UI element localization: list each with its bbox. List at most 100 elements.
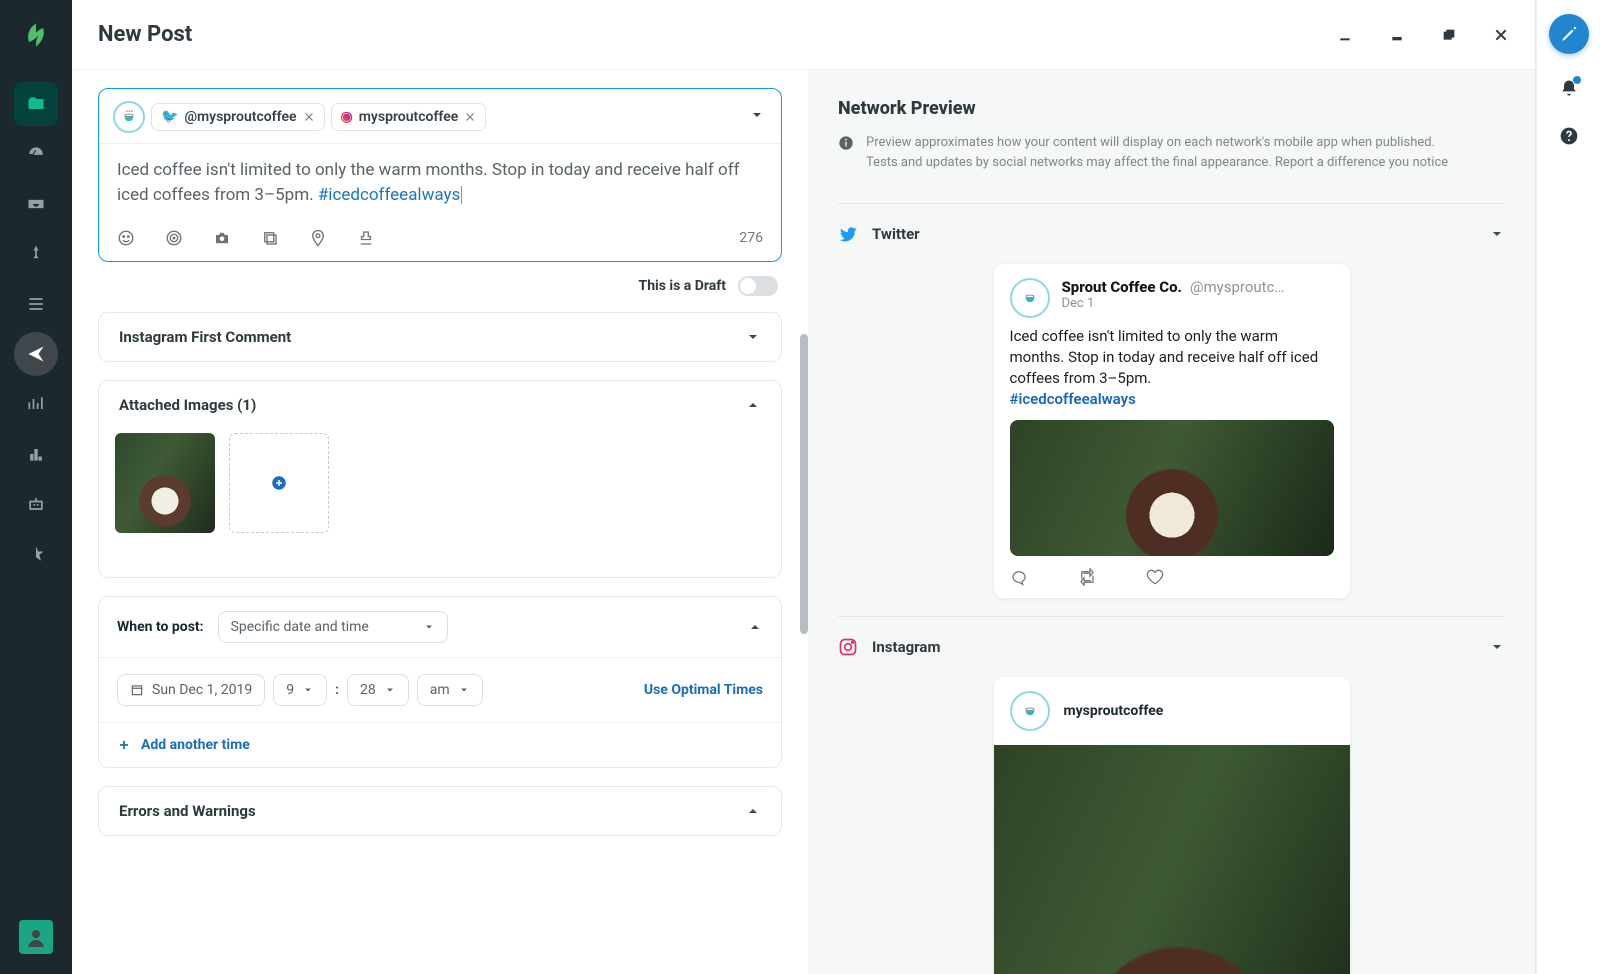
remove-chip-icon[interactable] [303, 111, 315, 123]
hour-value: 9 [286, 682, 294, 698]
card-avatar-icon [1010, 691, 1050, 731]
note-line1: Preview approximates how your content wi… [866, 135, 1435, 150]
draft-toggle[interactable] [738, 276, 778, 296]
window-mini-icon[interactable] [1389, 27, 1405, 43]
chevron-up-icon [745, 397, 761, 413]
chevron-down-icon [302, 684, 314, 696]
compose-panel: 🐦 @mysproutcoffee ◉ mysproutcoffee [72, 70, 808, 974]
panel-when-to-post: When to post: Specific date and time Sun… [98, 596, 782, 768]
attached-image-thumb[interactable] [115, 433, 215, 533]
help-button[interactable] [1559, 126, 1579, 150]
pin-icon [26, 244, 46, 264]
chip-label: mysproutcoffee [359, 109, 459, 125]
list-icon [26, 294, 46, 314]
nav-tasks[interactable] [14, 282, 58, 326]
hour-select[interactable]: 9 [273, 674, 327, 706]
titlebar: New Post [72, 0, 1535, 70]
remove-chip-icon[interactable] [464, 111, 476, 123]
preview-section-twitter: Twitter Sprout Coffee Co. @mysproutc… [838, 203, 1505, 598]
plus-icon [117, 738, 131, 752]
right-rail [1536, 0, 1600, 974]
profile-chip-twitter[interactable]: 🐦 @mysproutcoffee [151, 103, 325, 131]
tw-date: Dec 1 [1062, 296, 1285, 311]
select-value: Specific date and time [231, 619, 369, 635]
gauge-icon [26, 144, 46, 164]
panel-header-ig-first-comment[interactable]: Instagram First Comment [99, 313, 781, 361]
ampm-value: am [430, 682, 450, 698]
instagram-icon [838, 637, 858, 657]
preview-network-label: Twitter [872, 225, 920, 243]
when-label: When to post: [117, 619, 204, 635]
profile-avatar-icon [113, 101, 145, 133]
chevron-down-icon[interactable] [1489, 226, 1505, 242]
reply-icon[interactable] [1010, 568, 1028, 586]
location-pin-icon[interactable] [309, 229, 327, 247]
profile-chip-instagram[interactable]: ◉ mysproutcoffee [331, 103, 487, 131]
chevron-down-icon [458, 684, 470, 696]
minimize-icon[interactable] [1337, 27, 1353, 43]
stamp-icon[interactable] [357, 229, 375, 247]
compose-hashtag: #icedcoffeealways [318, 185, 460, 205]
plus-circle-icon [270, 474, 288, 492]
preview-note: Preview approximates how your content wi… [838, 133, 1505, 191]
minute-select[interactable]: 28 [347, 674, 409, 706]
time-colon: : [335, 682, 339, 698]
chevron-down-icon[interactable] [749, 107, 765, 123]
chevron-down-icon[interactable] [1489, 639, 1505, 655]
preview-section-instagram: Instagram mysproutcoffee [838, 616, 1505, 974]
use-optimal-times-link[interactable]: Use Optimal Times [644, 682, 763, 698]
compose-textarea[interactable]: Iced coffee isn't limited to only the wa… [99, 144, 781, 219]
panel-attached-images: Attached Images (1) [98, 380, 782, 578]
profile-picker[interactable]: 🐦 @mysproutcoffee ◉ mysproutcoffee [99, 89, 781, 144]
folder-icon [26, 94, 46, 114]
chevron-up-icon[interactable] [747, 619, 763, 635]
bar-chart-icon [26, 444, 46, 464]
panel-title: Attached Images (1) [119, 396, 256, 414]
half-star-icon [26, 544, 46, 564]
nav-publishing[interactable] [14, 82, 58, 126]
nav-reviews[interactable] [14, 532, 58, 576]
close-icon[interactable] [1493, 27, 1509, 43]
nav-reports[interactable] [14, 432, 58, 476]
panel-title: Errors and Warnings [119, 802, 256, 820]
tw-display-name: Sprout Coffee Co. [1062, 278, 1183, 296]
ig-username: mysproutcoffee [1064, 703, 1164, 719]
compose-fab[interactable] [1549, 14, 1589, 54]
nav-compose-send[interactable] [14, 332, 58, 376]
ampm-select[interactable]: am [417, 674, 483, 706]
panel-instagram-first-comment: Instagram First Comment [98, 312, 782, 362]
target-icon[interactable] [165, 229, 183, 247]
add-image-button[interactable] [229, 433, 329, 533]
inbox-icon [26, 194, 46, 214]
panel-header-errors[interactable]: Errors and Warnings [99, 787, 781, 835]
add-another-time[interactable]: Add another time [99, 722, 781, 767]
left-sidebar [0, 0, 72, 974]
compose-icon [1560, 25, 1578, 43]
nav-inbox[interactable] [14, 182, 58, 226]
nav-dashboard[interactable] [14, 132, 58, 176]
instagram-preview-card: mysproutcoffee [994, 677, 1350, 974]
window-stack-icon[interactable] [1441, 27, 1457, 43]
instagram-icon: ◉ [341, 109, 353, 125]
minute-value: 28 [360, 682, 376, 698]
preview-title: Network Preview [838, 98, 1505, 119]
send-icon [26, 344, 46, 364]
camera-icon[interactable] [213, 229, 231, 247]
chevron-up-icon [745, 803, 761, 819]
nav-bot[interactable] [14, 482, 58, 526]
user-avatar[interactable] [19, 920, 53, 954]
composer: 🐦 @mysproutcoffee ◉ mysproutcoffee [98, 88, 782, 262]
notifications-button[interactable] [1559, 78, 1579, 102]
nav-feeds[interactable] [14, 232, 58, 276]
scrollbar-thumb[interactable] [800, 334, 808, 634]
when-select[interactable]: Specific date and time [218, 611, 448, 643]
tw-preview-image [1010, 420, 1334, 556]
library-icon[interactable] [261, 229, 279, 247]
retweet-icon[interactable] [1078, 568, 1096, 586]
tw-body: Iced coffee isn't limited to only the wa… [1010, 327, 1319, 387]
date-picker[interactable]: Sun Dec 1, 2019 [117, 674, 265, 706]
nav-listening[interactable] [14, 382, 58, 426]
like-icon[interactable] [1146, 568, 1164, 586]
panel-header-attached-images[interactable]: Attached Images (1) [99, 381, 781, 429]
emoji-icon[interactable] [117, 229, 135, 247]
